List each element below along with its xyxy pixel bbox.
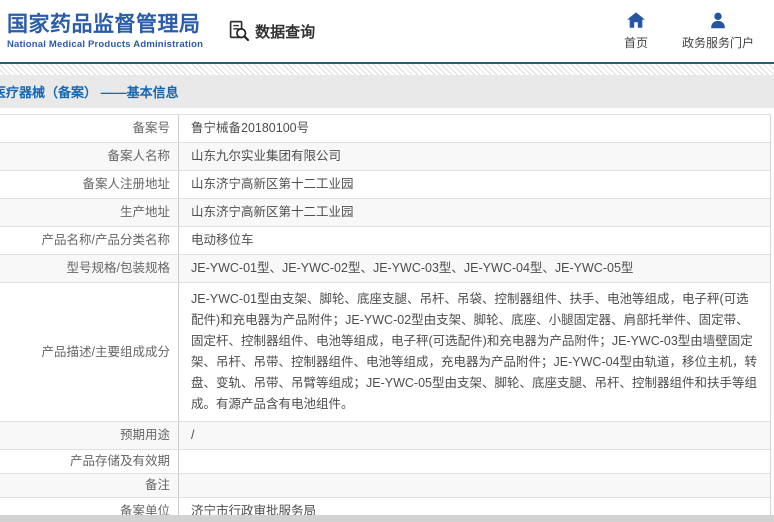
table-row: 型号规格/包装规格 JE-YWC-01型、JE-YWC-02型、JE-YWC-0… xyxy=(0,255,770,283)
table-row: 产品存储及有效期 xyxy=(0,450,770,474)
nav-item-portal[interactable]: 政务服务门户 xyxy=(682,12,754,51)
logo-title: 国家药品监督管理局 xyxy=(7,13,201,36)
row-value: 电动移位车 xyxy=(191,233,254,247)
row-value xyxy=(179,450,770,473)
row-label: 预期用途 xyxy=(0,422,179,449)
user-icon xyxy=(709,12,727,29)
row-value: 山东济宁高新区第十二工业园 xyxy=(191,177,354,191)
nav-item-home[interactable]: 首页 xyxy=(623,11,648,51)
row-label: 生产地址 xyxy=(0,199,179,226)
row-label: 备案人注册地址 xyxy=(0,171,179,198)
data-query-section[interactable]: 数据查询 xyxy=(227,19,315,43)
nav-item-home-label: 首页 xyxy=(623,35,648,50)
data-query-icon xyxy=(227,19,251,43)
table-row: 预期用途 / xyxy=(0,422,770,450)
page: 国家药品监督管理局 National Medical Products Admi… xyxy=(0,0,774,522)
device-info-table: 备案号 鲁宁械备20180100号 备案人名称 山东九尔实业集团有限公司 备案人… xyxy=(0,114,771,522)
table-row: 备注 xyxy=(0,474,770,498)
row-label: 备案人名称 xyxy=(0,143,179,170)
nav-item-portal-label: 政务服务门户 xyxy=(681,35,754,50)
bottom-edge-bar xyxy=(0,515,774,522)
row-label: 产品存储及有效期 xyxy=(0,450,179,473)
row-label: 产品描述/主要组成成分 xyxy=(0,283,179,421)
home-icon xyxy=(626,11,645,29)
row-value: / xyxy=(191,428,195,442)
row-label: 备案号 xyxy=(0,115,179,142)
row-label: 产品名称/产品分类名称 xyxy=(0,227,179,254)
row-value: JE-YWC-01型、JE-YWC-02型、JE-YWC-03型、JE-YWC-… xyxy=(191,261,634,275)
row-value: 山东济宁高新区第十二工业园 xyxy=(191,205,354,219)
table-row: 生产地址 山东济宁高新区第十二工业园 xyxy=(0,199,770,227)
table-row: 备案人名称 山东九尔实业集团有限公司 xyxy=(0,143,770,171)
row-label: 备注 xyxy=(0,474,179,497)
page-title: 医疗器械（备案） ——基本信息 xyxy=(0,85,179,100)
striped-band xyxy=(0,64,774,75)
row-value: 鲁宁械备20180100号 xyxy=(191,121,310,135)
data-query-label: 数据查询 xyxy=(255,23,316,41)
row-value: JE-YWC-01型由支架、脚轮、底座支腿、吊杆、吊袋、控制器组件、扶手、电池等… xyxy=(191,292,757,411)
row-label: 型号规格/包装规格 xyxy=(0,255,179,282)
table-row-description: 产品描述/主要组成成分 JE-YWC-01型由支架、脚轮、底座支腿、吊杆、吊袋、… xyxy=(0,283,770,422)
logo-subtitle: National Medical Products Administration xyxy=(7,39,204,50)
page-title-bar: 医疗器械（备案） ——基本信息 xyxy=(0,75,774,108)
nmpa-logo[interactable]: 国家药品监督管理局 National Medical Products Admi… xyxy=(7,12,203,50)
table-row: 产品名称/产品分类名称 电动移位车 xyxy=(0,227,770,255)
table-row: 备案人注册地址 山东济宁高新区第十二工业园 xyxy=(0,171,770,199)
row-value xyxy=(179,474,770,497)
site-header: 国家药品监督管理局 National Medical Products Admi… xyxy=(0,0,774,62)
header-nav: 首页 政务服务门户 xyxy=(623,11,754,51)
row-value: 山东九尔实业集团有限公司 xyxy=(191,149,342,163)
table-row: 备案号 鲁宁械备20180100号 xyxy=(0,115,770,143)
